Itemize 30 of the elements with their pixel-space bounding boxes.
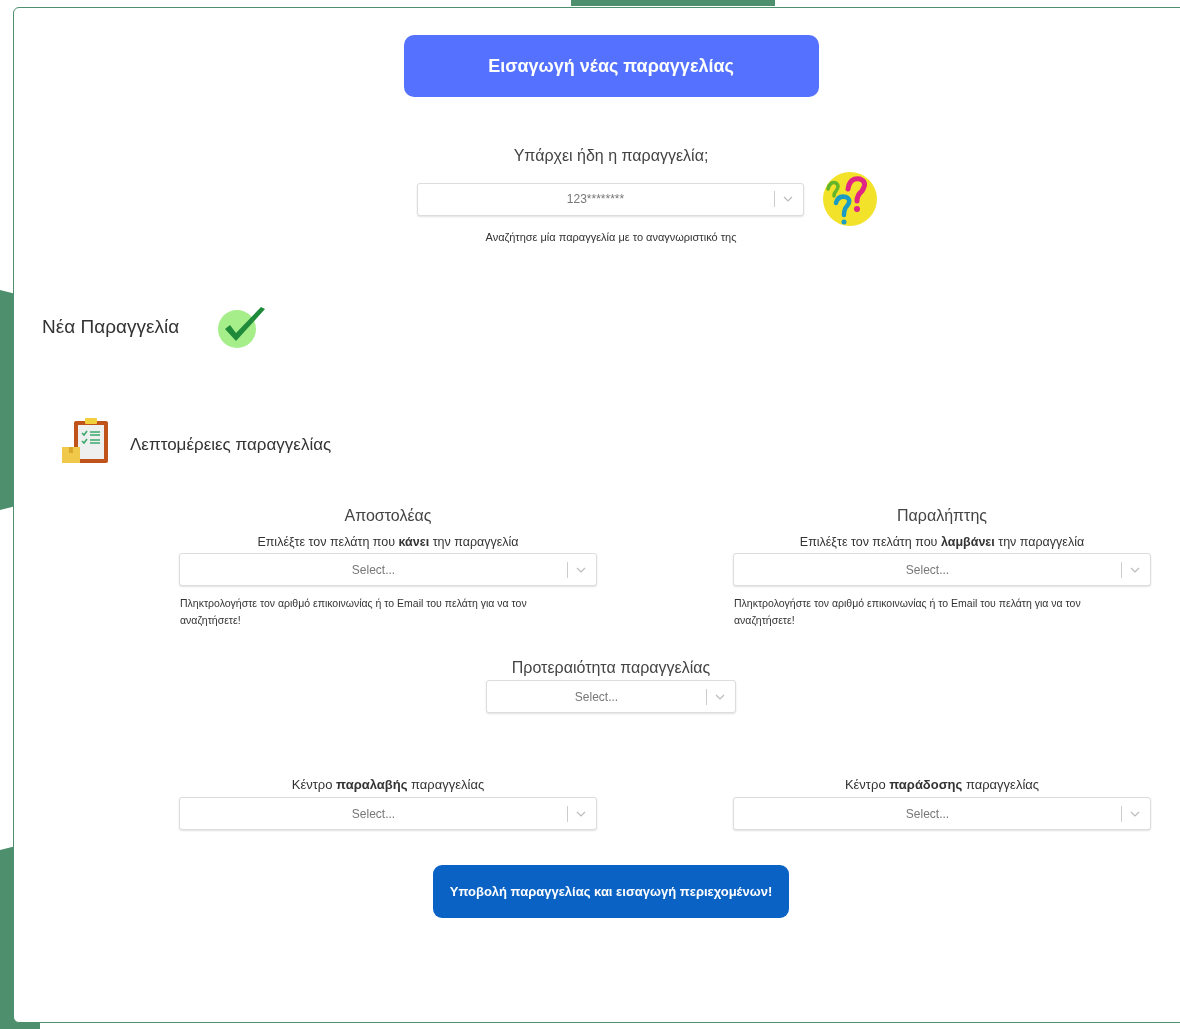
lookup-hint: Αναζήτησε μία παραγγελία με το αναγνωριστικό της bbox=[485, 231, 737, 243]
clipboard-icon bbox=[62, 417, 110, 465]
chevron-down-icon[interactable] bbox=[1130, 566, 1140, 573]
party-title: Παραλήπτης bbox=[897, 507, 987, 525]
customer-select[interactable]: Select... bbox=[179, 553, 597, 586]
details-title: Λεπτομέρειες παραγγελίας bbox=[130, 435, 332, 455]
customer-hint: Πληκτρολογήστε τον αριθμό επικοινωνίας ή το Email του πελάτη για να τον αναζητήσετε! bbox=[734, 596, 1082, 628]
customer-select[interactable]: Select... bbox=[733, 553, 1151, 586]
priority-select[interactable]: Select... bbox=[486, 680, 736, 713]
center-label: Κέντρο παραλαβής παραγγελίας bbox=[291, 777, 485, 792]
question-marks-icon bbox=[821, 171, 878, 227]
chevron-down-icon[interactable] bbox=[782, 196, 793, 202]
checkmark-icon bbox=[217, 305, 268, 349]
submit-button[interactable]: Υποβολή παραγγελίας και εισαγωγή περιεχομένων! bbox=[433, 865, 789, 918]
center-select[interactable]: Select... bbox=[733, 797, 1151, 830]
chevron-down-icon[interactable] bbox=[576, 810, 586, 817]
party-title: Αποστολέας bbox=[344, 507, 432, 525]
section-title: Νέα Παραγγελία bbox=[42, 316, 180, 338]
center-select[interactable]: Select... bbox=[179, 797, 597, 830]
customer-hint: Πληκτρολογήστε τον αριθμό επικοινωνίας ή το Email του πελάτη για να τον αναζητήσετε! bbox=[180, 596, 528, 628]
priority-label: Προτεραιότητα παραγγελίας bbox=[511, 659, 711, 677]
party-subtitle: Επιλέξτε τον πελάτη που λαμβάνει την παραγγελία bbox=[799, 535, 1085, 549]
chevron-down-icon[interactable] bbox=[715, 693, 725, 700]
center-label: Κέντρο παράδοσης παραγγελίας bbox=[844, 777, 1040, 792]
chevron-down-icon[interactable] bbox=[1130, 810, 1140, 817]
order-search-select[interactable]: 123******** bbox=[416, 182, 804, 216]
party-subtitle: Επιλέξτε τον πελάτη που κάνει την παραγγελία bbox=[257, 535, 519, 549]
chevron-down-icon[interactable] bbox=[576, 566, 586, 573]
new-order-button[interactable]: Εισαγωγή νέας παραγγελίας bbox=[403, 35, 819, 97]
lookup-label: Υπάρχει ήδη η παραγγελία; bbox=[513, 147, 709, 165]
